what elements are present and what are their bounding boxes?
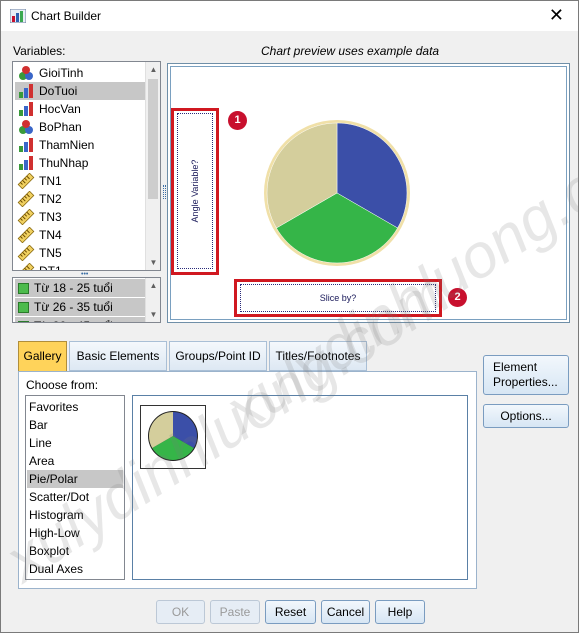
variable-item[interactable]: TN5: [15, 244, 145, 262]
category-item[interactable]: Từ 36 - 45 tuổi: [15, 317, 145, 322]
variable-item[interactable]: TN3: [15, 208, 145, 226]
options-button[interactable]: Options...: [483, 404, 569, 428]
scale-icon: [17, 208, 35, 226]
window-title: Chart Builder: [31, 9, 102, 23]
help-button[interactable]: Help: [375, 600, 425, 624]
variable-item[interactable]: DT1: [15, 262, 145, 271]
variable-name: BoPhan: [39, 120, 82, 134]
category-label: Từ 36 - 45 tuổi: [34, 319, 113, 322]
nominal-icon: [17, 65, 35, 81]
variable-name: ThuNhap: [39, 156, 89, 170]
category-grid-icon: [18, 302, 29, 313]
chart-builder-window: Chart Builder ✕ Variables: Chart preview…: [0, 0, 579, 633]
element-properties-line1: Element: [493, 360, 538, 374]
scroll-up-icon[interactable]: ▲: [146, 278, 160, 293]
category-grid-icon: [18, 283, 29, 294]
variable-name: DT1: [39, 264, 62, 271]
category-label: Từ 26 - 35 tuổi: [34, 300, 113, 314]
chart-type-item[interactable]: High-Low: [27, 524, 123, 542]
scale-icon: [17, 226, 35, 244]
tab-titles-footnotes[interactable]: Titles/Footnotes: [269, 341, 367, 371]
variable-item[interactable]: HocVan: [15, 100, 145, 118]
variable-name: TN4: [39, 228, 62, 242]
tab-gallery[interactable]: Gallery: [18, 341, 67, 372]
categories-scrollbar[interactable]: ▲ ▼: [145, 278, 160, 322]
chart-type-item[interactable]: Favorites: [27, 398, 123, 416]
preview-caption: Chart preview uses example data: [261, 44, 440, 58]
chart-type-item[interactable]: Boxplot: [27, 542, 123, 560]
variable-item[interactable]: TN4: [15, 226, 145, 244]
scroll-up-icon[interactable]: ▲: [146, 62, 160, 77]
splitter-dots: •••: [81, 271, 89, 278]
slice-by-dropzone[interactable]: Slice by?: [240, 284, 436, 312]
category-item[interactable]: Từ 18 - 25 tuổi: [15, 279, 145, 297]
scale-icon: [17, 244, 35, 262]
nominal-icon: [17, 119, 35, 135]
variable-name: DoTuoi: [39, 84, 78, 98]
cancel-button[interactable]: Cancel: [321, 600, 370, 624]
tab-groups-point-id[interactable]: Groups/Point ID: [169, 341, 267, 371]
variable-item[interactable]: ThuNhap: [15, 154, 145, 172]
chart-type-item[interactable]: Pie/Polar: [27, 470, 123, 488]
ordinal-icon: [17, 83, 35, 99]
chart-type-item[interactable]: Bar: [27, 416, 123, 434]
ordinal-icon: [17, 137, 35, 153]
angle-variable-label: Angle Variable?: [190, 159, 200, 223]
chart-type-item[interactable]: Histogram: [27, 506, 123, 524]
variable-item[interactable]: GioiTinh: [15, 64, 145, 82]
scale-icon: [17, 262, 35, 270]
category-item[interactable]: Từ 26 - 35 tuổi: [15, 298, 145, 316]
categories-list[interactable]: Từ 36 - 45 tuổi Từ 26 - 35 tuổi Từ 18 - 25…: [12, 277, 161, 323]
ordinal-icon: [17, 155, 35, 171]
element-properties-line2: Properties...: [493, 375, 558, 389]
category-label: Từ 18 - 25 tuổi: [34, 281, 113, 295]
variable-item[interactable]: BoPhan: [15, 118, 145, 136]
paste-button[interactable]: Paste: [210, 600, 260, 624]
variable-item[interactable]: TN2: [15, 190, 145, 208]
chart-type-item[interactable]: Area: [27, 452, 123, 470]
element-properties-button[interactable]: Element Properties...: [483, 355, 569, 395]
title-bar: Chart Builder ✕: [1, 1, 578, 31]
scroll-thumb[interactable]: [148, 79, 158, 199]
variable-item[interactable]: DoTuoi: [15, 82, 145, 100]
variables-list[interactable]: DT1 TN5 TN4 TN3 TN2 TN1 ThuNhap ThamNien BoPhan H…: [12, 61, 161, 271]
scroll-down-icon[interactable]: ▼: [146, 307, 160, 322]
choose-from-label: Choose from:: [26, 378, 99, 392]
scroll-down-icon[interactable]: ▼: [146, 255, 160, 270]
chart-builder-app-icon: [10, 9, 26, 23]
step-badge-1: 1: [228, 111, 247, 130]
chart-type-list[interactable]: Favorites Bar Line Area Pie/Polar Scatter/Dot…: [25, 395, 125, 580]
variable-name: HocVan: [39, 102, 81, 116]
variables-scrollbar[interactable]: ▲ ▼: [145, 62, 160, 270]
pie-chart-preview: [264, 120, 410, 266]
ok-button[interactable]: OK: [156, 600, 205, 624]
slice-by-label: Slice by?: [319, 293, 357, 303]
variable-name: TN2: [39, 192, 62, 206]
step-badge-2: 2: [448, 288, 467, 307]
chart-type-item[interactable]: Dual Axes: [27, 560, 123, 578]
category-grid-icon: [18, 321, 29, 322]
variable-name: ThamNien: [39, 138, 95, 152]
pie-chart-thumbnail[interactable]: [140, 405, 206, 469]
variable-name: TN3: [39, 210, 62, 224]
chart-type-item[interactable]: Scatter/Dot: [27, 488, 123, 506]
close-icon[interactable]: ✕: [549, 5, 564, 25]
variable-item[interactable]: ThamNien: [15, 136, 145, 154]
scale-icon: [17, 172, 35, 190]
tab-basic-elements[interactable]: Basic Elements: [69, 341, 167, 371]
pie-thumbnail-icon: [148, 411, 198, 461]
variable-name: TN5: [39, 246, 62, 260]
variables-label: Variables:: [13, 44, 66, 58]
reset-button[interactable]: Reset: [265, 600, 316, 624]
chart-type-item[interactable]: Line: [27, 434, 123, 452]
variable-item[interactable]: TN1: [15, 172, 145, 190]
variable-name: TN1: [39, 174, 62, 188]
ordinal-icon: [17, 101, 35, 117]
splitter-handle[interactable]: [163, 185, 166, 199]
scale-icon: [17, 190, 35, 208]
angle-variable-dropzone[interactable]: Angle Variable?: [177, 113, 213, 269]
variable-name: GioiTinh: [39, 66, 84, 80]
